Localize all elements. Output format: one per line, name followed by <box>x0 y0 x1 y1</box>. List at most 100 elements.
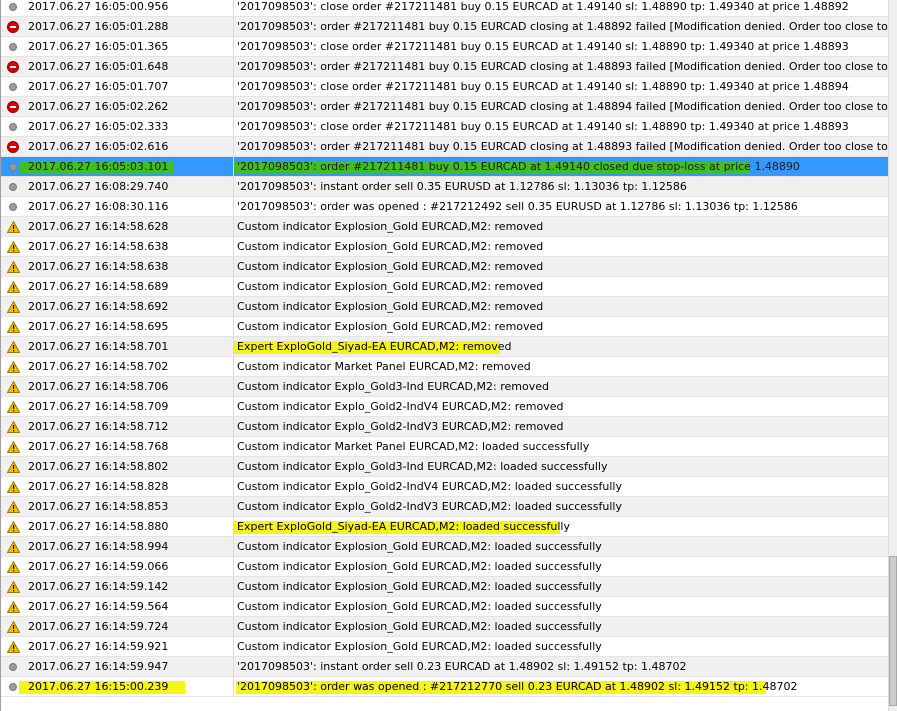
log-row[interactable]: 2017.06.27 16:05:03.101 '2017098503': ord… <box>1 157 888 177</box>
log-row[interactable]: 2017.06.27 16:14:58.994 Custom indicator … <box>1 537 888 557</box>
log-message-text: Custom indicator Explosion_Gold EURCAD,M… <box>237 300 544 313</box>
log-row[interactable]: 2017.06.27 16:14:58.695 Custom indicator … <box>1 317 888 337</box>
info-icon <box>9 162 17 171</box>
log-message-cell: Custom indicator Explosion_Gold EURCAD,M… <box>234 637 888 657</box>
log-time-cell: 2017.06.27 16:14:58.692 <box>1 297 234 317</box>
log-message-cell: '2017098503': close order #217211481 buy… <box>234 117 888 137</box>
scrollbar-thumb[interactable] <box>889 556 897 706</box>
warning-icon <box>7 580 20 593</box>
log-message-text: '2017098503': close order #217211481 buy… <box>237 80 849 93</box>
log-row[interactable]: 2017.06.27 16:14:59.564 Custom indicator … <box>1 597 888 617</box>
log-row[interactable]: 2017.06.27 16:05:01.707 '2017098503': clo… <box>1 77 888 97</box>
log-time-text: 2017.06.27 16:05:01.648 <box>28 60 169 73</box>
log-row[interactable]: 2017.06.27 16:14:59.724 Custom indicator … <box>1 617 888 637</box>
log-time-cell: 2017.06.27 16:08:30.116 <box>1 197 234 217</box>
log-time-cell: 2017.06.27 16:14:58.802 <box>1 457 234 477</box>
log-message-text: Custom indicator Explo_Gold3-Ind EURCAD,… <box>237 460 608 473</box>
log-row[interactable]: 2017.06.27 16:14:58.853 Custom indicator … <box>1 497 888 517</box>
log-message-cell: Expert ExploGold_Siyad-EA EURCAD,M2: loa… <box>234 517 888 537</box>
log-row[interactable]: 2017.06.27 16:08:30.116 '2017098503': ord… <box>1 197 888 217</box>
error-icon <box>7 100 19 113</box>
log-row[interactable]: 2017.06.27 16:14:59.921 Custom indicator … <box>1 637 888 657</box>
log-time-cell: 2017.06.27 16:14:59.066 <box>1 557 234 577</box>
info-icon <box>9 682 17 691</box>
log-message-cell: Custom indicator Market Panel EURCAD,M2:… <box>234 357 888 377</box>
log-time-text: 2017.06.27 16:14:58.853 <box>28 500 169 513</box>
log-message-text: Custom indicator Explosion_Gold EURCAD,M… <box>237 640 602 653</box>
log-time-cell: 2017.06.27 16:14:59.947 <box>1 657 234 677</box>
warning-icon <box>7 240 20 253</box>
log-row[interactable]: 2017.06.27 16:05:00.956 '2017098503': clo… <box>1 0 888 17</box>
log-message-cell: '2017098503': order was opened : #217212… <box>234 197 888 217</box>
log-time-text: 2017.06.27 16:14:59.066 <box>28 560 169 573</box>
log-row[interactable]: 2017.06.27 16:14:58.692 Custom indicator … <box>1 297 888 317</box>
log-row[interactable]: 2017.06.27 16:05:01.365 '2017098503': clo… <box>1 37 888 57</box>
log-message-text: '2017098503': close order #217211481 buy… <box>237 40 849 53</box>
log-time-text: 2017.06.27 16:08:30.116 <box>28 200 169 213</box>
log-row[interactable]: 2017.06.27 16:14:58.689 Custom indicator … <box>1 277 888 297</box>
warning-icon <box>7 520 20 533</box>
log-row[interactable]: 2017.06.27 16:14:58.709 Custom indicator … <box>1 397 888 417</box>
error-icon <box>7 140 19 153</box>
log-message-text: Custom indicator Explosion_Gold EURCAD,M… <box>237 620 602 633</box>
log-time-text: 2017.06.27 16:15:00.239 <box>28 680 169 693</box>
log-time-cell: 2017.06.27 16:14:58.712 <box>1 417 234 437</box>
log-time-cell: 2017.06.27 16:14:59.921 <box>1 637 234 657</box>
log-row[interactable]: 2017.06.27 16:14:58.706 Custom indicator … <box>1 377 888 397</box>
log-message-text: Custom indicator Explosion_Gold EURCAD,M… <box>237 560 602 573</box>
log-row[interactable]: 2017.06.27 16:15:00.239 '2017098503': ord… <box>1 677 888 697</box>
log-row[interactable]: 2017.06.27 16:14:58.701 Expert ExploGold_… <box>1 337 888 357</box>
log-row[interactable]: 2017.06.27 16:14:58.628 Custom indicator … <box>1 217 888 237</box>
warning-icon <box>7 260 20 273</box>
log-time-text: 2017.06.27 16:14:58.802 <box>28 460 169 473</box>
log-row[interactable]: 2017.06.27 16:14:58.880 Expert ExploGold_… <box>1 517 888 537</box>
log-row[interactable]: 2017.06.27 16:08:29.740 '2017098503': ins… <box>1 177 888 197</box>
log-message-text: Expert ExploGold_Siyad-EA EURCAD,M2: loa… <box>237 520 570 533</box>
log-row[interactable]: 2017.06.27 16:14:58.702 Custom indicator … <box>1 357 888 377</box>
log-row[interactable]: 2017.06.27 16:14:58.638 Custom indicator … <box>1 237 888 257</box>
log-row[interactable]: 2017.06.27 16:05:01.288 '2017098503': ord… <box>1 17 888 37</box>
log-row[interactable]: 2017.06.27 16:14:58.712 Custom indicator … <box>1 417 888 437</box>
log-time-text: 2017.06.27 16:14:58.994 <box>28 540 169 553</box>
log-time-cell: 2017.06.27 16:15:00.239 <box>1 677 234 697</box>
warning-icon <box>7 480 20 493</box>
warning-icon <box>7 540 20 553</box>
log-time-text: 2017.06.27 16:05:00.956 <box>28 0 169 13</box>
log-row[interactable]: 2017.06.27 16:14:58.768 Custom indicator … <box>1 437 888 457</box>
log-message-cell: Custom indicator Explosion_Gold EURCAD,M… <box>234 617 888 637</box>
warning-icon <box>7 620 20 633</box>
log-message-cell: Custom indicator Explo_Gold2-IndV3 EURCA… <box>234 417 888 437</box>
info-icon <box>9 2 17 11</box>
log-message-cell: '2017098503': close order #217211481 buy… <box>234 37 888 57</box>
log-time-text: 2017.06.27 16:14:59.564 <box>28 600 169 613</box>
info-icon <box>9 182 17 191</box>
log-row[interactable]: 2017.06.27 16:05:01.648 '2017098503': ord… <box>1 57 888 77</box>
log-message-cell: '2017098503': order #217211481 buy 0.15 … <box>234 137 888 157</box>
log-message-cell: Custom indicator Explosion_Gold EURCAD,M… <box>234 317 888 337</box>
log-row[interactable]: 2017.06.27 16:14:58.802 Custom indicator … <box>1 457 888 477</box>
log-message-cell: Custom indicator Market Panel EURCAD,M2:… <box>234 437 888 457</box>
log-message-text: '2017098503': order was opened : #217212… <box>237 680 798 693</box>
log-row[interactable]: 2017.06.27 16:14:59.066 Custom indicator … <box>1 557 888 577</box>
log-row[interactable]: 2017.06.27 16:05:02.262 '2017098503': ord… <box>1 97 888 117</box>
log-time-text: 2017.06.27 16:14:58.880 <box>28 520 169 533</box>
log-row[interactable]: 2017.06.27 16:14:59.142 Custom indicator … <box>1 577 888 597</box>
log-row[interactable]: 2017.06.27 16:05:02.616 '2017098503': ord… <box>1 137 888 157</box>
log-message-cell: '2017098503': order #217211481 buy 0.15 … <box>234 57 888 77</box>
log-row[interactable]: 2017.06.27 16:14:58.828 Custom indicator … <box>1 477 888 497</box>
log-time-cell: 2017.06.27 16:14:58.628 <box>1 217 234 237</box>
log-message-text: Custom indicator Explo_Gold2-IndV4 EURCA… <box>237 480 622 493</box>
warning-icon <box>7 500 20 513</box>
log-row[interactable]: 2017.06.27 16:05:02.333 '2017098503': clo… <box>1 117 888 137</box>
info-icon <box>9 662 17 671</box>
log-time-cell: 2017.06.27 16:14:58.702 <box>1 357 234 377</box>
log-row[interactable]: 2017.06.27 16:14:59.947 '2017098503': ins… <box>1 657 888 677</box>
vertical-scrollbar[interactable] <box>888 0 897 711</box>
log-row[interactable]: 2017.06.27 16:14:58.638 Custom indicator … <box>1 257 888 277</box>
log-message-text: Custom indicator Explosion_Gold EURCAD,M… <box>237 580 602 593</box>
log-message-text: Custom indicator Explosion_Gold EURCAD,M… <box>237 320 544 333</box>
log-time-cell: 2017.06.27 16:14:58.768 <box>1 437 234 457</box>
error-icon <box>7 20 19 33</box>
log-time-cell: 2017.06.27 16:14:58.880 <box>1 517 234 537</box>
log-message-text: Expert ExploGold_Siyad-EA EURCAD,M2: rem… <box>237 340 512 353</box>
